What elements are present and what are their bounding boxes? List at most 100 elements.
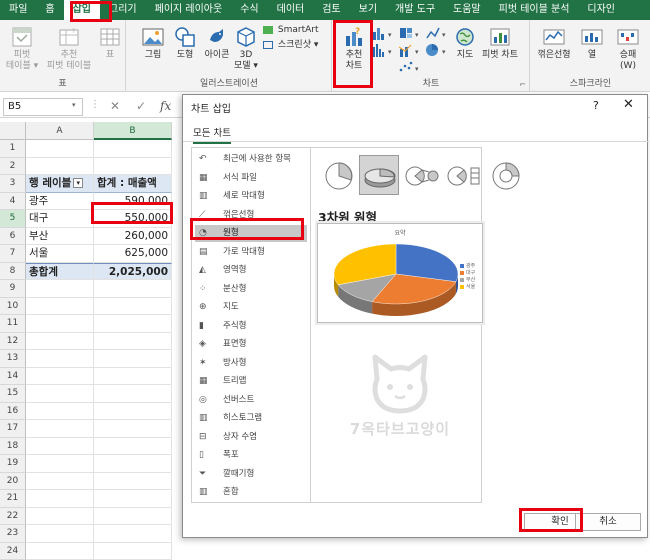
recommended-pivot-button[interactable]: ? 추천 피벗 테이블	[44, 26, 94, 72]
close-icon[interactable]: ✕	[623, 97, 634, 112]
cell-b4[interactable]: 590,000	[94, 193, 172, 211]
cell-a22[interactable]	[26, 508, 94, 526]
row-header-12[interactable]: 12	[0, 333, 26, 351]
cell-b7[interactable]: 625,000	[94, 245, 172, 263]
cell-a21[interactable]	[26, 490, 94, 508]
cell-b3[interactable]: 합계 : 매출액	[94, 175, 172, 193]
cell-a15[interactable]	[26, 385, 94, 403]
chart-category-2[interactable]: ▥세로 막대형	[195, 188, 307, 205]
row-header-1[interactable]: 1	[0, 140, 26, 158]
cell-a4[interactable]: 광주	[26, 193, 94, 211]
ribbon-tab-5[interactable]: 수식	[231, 0, 267, 20]
row-header-10[interactable]: 10	[0, 298, 26, 316]
chart-category-16[interactable]: ▯폭포	[195, 447, 307, 464]
select-all-corner[interactable]	[0, 122, 26, 140]
maps-button[interactable]: 지도	[453, 26, 477, 61]
column-header-b[interactable]: B	[94, 122, 172, 140]
cell-a16[interactable]	[26, 403, 94, 421]
cell-b10[interactable]	[94, 298, 172, 316]
bar-of-pie-subtype[interactable]	[443, 155, 483, 195]
cell-a12[interactable]	[26, 333, 94, 351]
cell-b1[interactable]	[94, 140, 172, 158]
chart-preview[interactable]: 요약 광주대구부산서울	[317, 223, 483, 323]
cell-a24[interactable]	[26, 543, 94, 560]
row-header-8[interactable]: 8	[0, 263, 26, 281]
row-header-14[interactable]: 14	[0, 368, 26, 386]
icons-button[interactable]: 아이콘	[201, 26, 233, 61]
cell-b14[interactable]	[94, 368, 172, 386]
3d-model-button[interactable]: 3D 모델 ▾	[231, 26, 261, 72]
table-button[interactable]: 표	[98, 26, 122, 61]
row-header-16[interactable]: 16	[0, 403, 26, 421]
column-chart-icon[interactable]: ▾	[371, 26, 397, 40]
cell-a10[interactable]	[26, 298, 94, 316]
pie-subtype-3d[interactable]	[359, 155, 399, 195]
filter-dropdown-icon[interactable]: ▾	[73, 178, 83, 188]
row-header-13[interactable]: 13	[0, 350, 26, 368]
chart-category-5[interactable]: ▤가로 막대형	[195, 244, 307, 261]
cell-b2[interactable]	[94, 158, 172, 176]
cell-b24[interactable]	[94, 543, 172, 560]
chart-category-0[interactable]: ↶최근에 사용한 항목	[195, 151, 307, 168]
line-chart-icon[interactable]: ▾	[425, 26, 451, 40]
chart-category-13[interactable]: ◎선버스트	[195, 392, 307, 409]
row-header-15[interactable]: 15	[0, 385, 26, 403]
chart-category-3[interactable]: ⟋꺾은선형	[195, 207, 307, 224]
cell-b5[interactable]: 550,000	[94, 210, 172, 228]
row-header-24[interactable]: 24	[0, 543, 26, 560]
chart-category-15[interactable]: ⊟상자 수염	[195, 429, 307, 446]
ribbon-tab-4[interactable]: 페이지 레이아웃	[146, 0, 232, 20]
cell-a14[interactable]	[26, 368, 94, 386]
row-header-7[interactable]: 7	[0, 245, 26, 263]
pie-of-pie-subtype[interactable]	[401, 155, 441, 195]
cell-a8[interactable]: 총합계	[26, 263, 94, 281]
chart-category-10[interactable]: ◈표면형	[195, 336, 307, 353]
chart-category-12[interactable]: ▦트리맵	[195, 373, 307, 390]
chart-category-6[interactable]: ◭영역형	[195, 262, 307, 279]
picture-button[interactable]: 그림	[139, 26, 167, 61]
help-icon[interactable]: ?	[593, 99, 599, 112]
chart-category-9[interactable]: ▮주식형	[195, 318, 307, 335]
cell-b12[interactable]	[94, 333, 172, 351]
ribbon-tab-8[interactable]: 보기	[350, 0, 386, 20]
chart-category-18[interactable]: ▥혼합	[195, 484, 307, 501]
cell-b21[interactable]	[94, 490, 172, 508]
ribbon-tab-12[interactable]: 디자인	[578, 0, 624, 20]
chart-category-4[interactable]: ◔원형	[195, 225, 307, 242]
chart-category-8[interactable]: ⊕지도	[195, 299, 307, 316]
row-header-4[interactable]: 4	[0, 193, 26, 211]
combo-chart-icon[interactable]: ▾	[398, 43, 424, 57]
enter-formula-icon[interactable]: ✓	[136, 99, 146, 113]
pie-subtype-2d[interactable]	[318, 155, 358, 195]
cell-a9[interactable]	[26, 280, 94, 298]
row-header-17[interactable]: 17	[0, 420, 26, 438]
pie-chart-icon[interactable]: ▾	[425, 43, 451, 57]
sparkline-line-button[interactable]: 꺾은선형	[533, 26, 575, 61]
row-header-2[interactable]: 2	[0, 158, 26, 176]
cell-a13[interactable]	[26, 350, 94, 368]
chart-category-14[interactable]: ▥히스토그램	[195, 410, 307, 427]
cell-a5[interactable]: 대구	[26, 210, 94, 228]
cell-a2[interactable]	[26, 158, 94, 176]
chart-category-7[interactable]: ⁘분산형	[195, 281, 307, 298]
smartart-button[interactable]: SmartArt	[263, 25, 329, 36]
cell-b18[interactable]	[94, 438, 172, 456]
sparkline-column-button[interactable]: 열	[579, 26, 605, 61]
doughnut-subtype[interactable]	[485, 155, 525, 195]
sparkline-winloss-button[interactable]: 승패 (W)	[611, 26, 645, 72]
cell-a17[interactable]	[26, 420, 94, 438]
cell-a7[interactable]: 서울	[26, 245, 94, 263]
row-header-3[interactable]: 3	[0, 175, 26, 193]
row-header-21[interactable]: 21	[0, 490, 26, 508]
chart-category-1[interactable]: ▦서식 파일	[195, 170, 307, 187]
ribbon-tab-9[interactable]: 개발 도구	[386, 0, 444, 20]
cell-b9[interactable]	[94, 280, 172, 298]
chart-category-11[interactable]: ✶방사형	[195, 355, 307, 372]
ribbon-tab-0[interactable]: 파일	[0, 0, 36, 20]
cell-b15[interactable]	[94, 385, 172, 403]
row-header-19[interactable]: 19	[0, 455, 26, 473]
cell-a11[interactable]	[26, 315, 94, 333]
row-header-5[interactable]: 5	[0, 210, 26, 228]
cell-b22[interactable]	[94, 508, 172, 526]
recommended-charts-button[interactable]: ? 추천 차트	[339, 26, 369, 72]
